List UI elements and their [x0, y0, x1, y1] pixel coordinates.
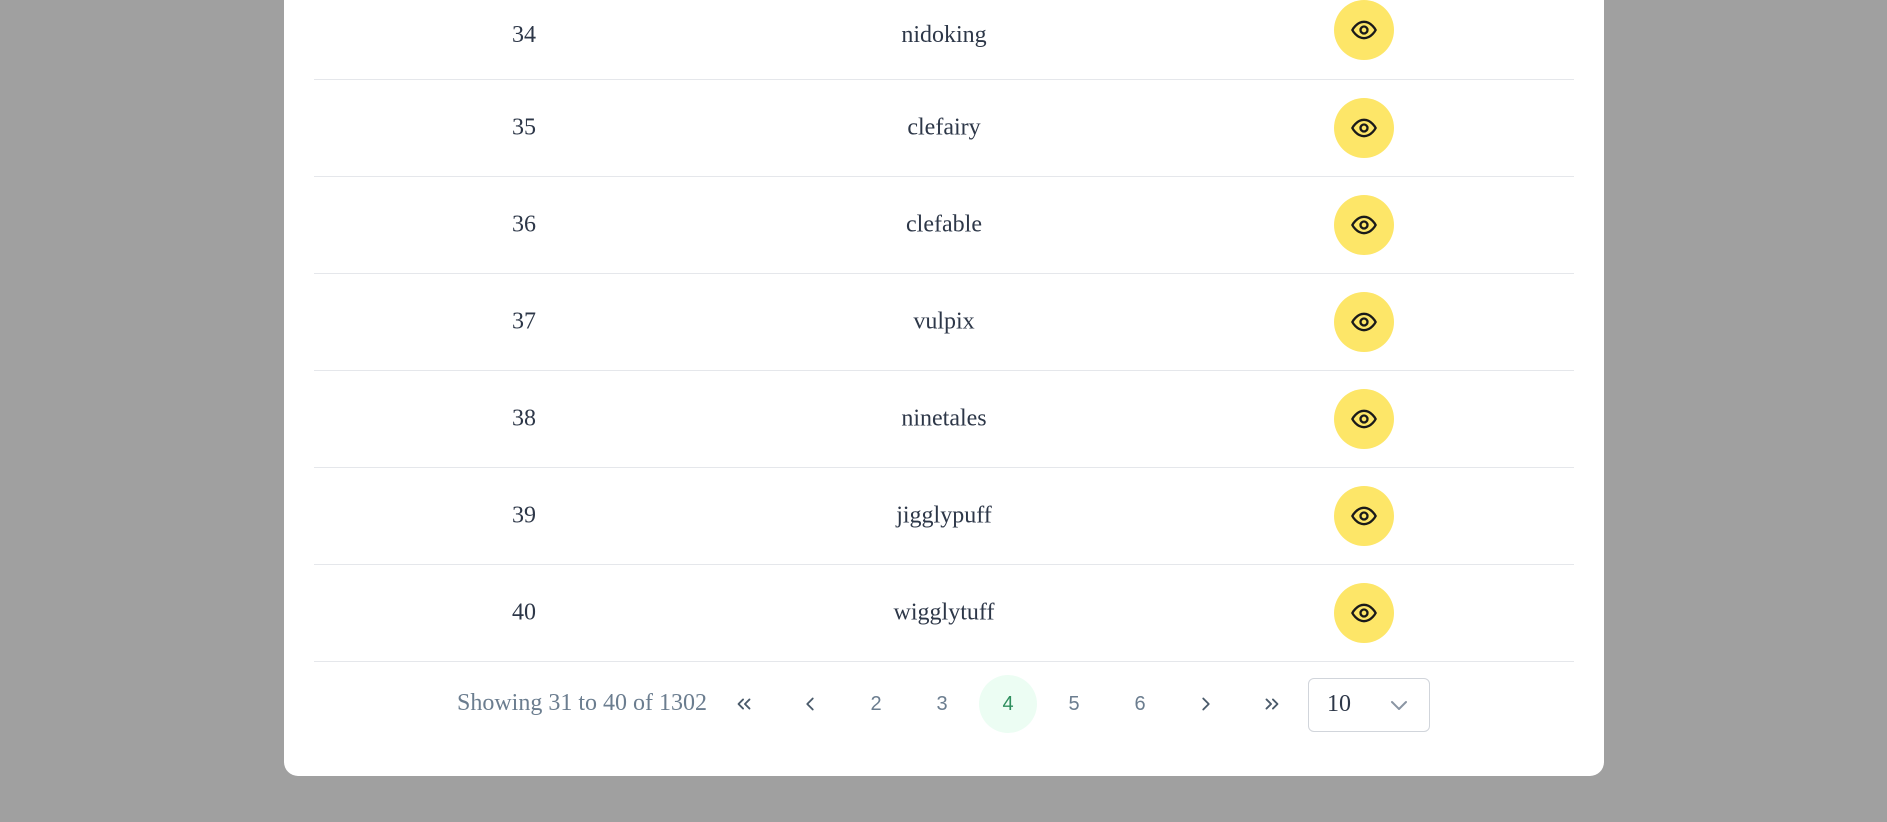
eye-icon [1351, 20, 1377, 40]
view-button[interactable] [1334, 98, 1394, 158]
pokemon-id: 39 [512, 502, 536, 529]
prev-page-button[interactable] [781, 675, 839, 733]
eye-icon [1351, 506, 1377, 526]
last-page-button[interactable] [1243, 675, 1301, 733]
view-button[interactable] [1334, 0, 1394, 60]
eye-icon [1351, 409, 1377, 429]
page-button-6[interactable]: 6 [1111, 675, 1169, 733]
chevron-right-icon [1202, 697, 1210, 711]
table-row: 34 nidoking [314, 0, 1574, 80]
eye-icon [1351, 312, 1377, 332]
table-row: 37 vulpix [314, 274, 1574, 371]
table-row: 35 clefairy [314, 80, 1574, 177]
view-button[interactable] [1334, 195, 1394, 255]
page-button-3[interactable]: 3 [913, 675, 971, 733]
view-button[interactable] [1334, 389, 1394, 449]
chevrons-left-icon [737, 698, 751, 710]
showing-text: Showing 31 to 40 of 1302 [457, 690, 708, 716]
page-button-5[interactable]: 5 [1045, 675, 1103, 733]
eye-icon [1351, 603, 1377, 623]
chevron-left-icon [806, 697, 814, 711]
chevrons-right-icon [1265, 698, 1279, 710]
pokemon-table: 34 nidoking 35 clefairy 36 clefable 37 v… [314, 0, 1574, 662]
page-button-2[interactable]: 2 [847, 675, 905, 733]
per-page-select[interactable]: 10 [1308, 678, 1430, 732]
first-page-button[interactable] [715, 675, 773, 733]
view-button[interactable] [1334, 486, 1394, 546]
eye-icon [1351, 215, 1377, 235]
eye-icon [1351, 118, 1377, 138]
page-button-4[interactable]: 4 [979, 675, 1037, 733]
pokemon-name: clefable [906, 211, 982, 238]
pokemon-id: 35 [512, 114, 536, 141]
pokemon-id: 37 [512, 308, 536, 335]
pokemon-name: wigglytuff [893, 599, 995, 626]
view-button[interactable] [1334, 292, 1394, 352]
table-row: 39 jigglypuff [314, 468, 1574, 565]
pokemon-name: ninetales [901, 405, 987, 432]
pokemon-id: 38 [512, 405, 536, 432]
view-button[interactable] [1334, 583, 1394, 643]
pokemon-id: 40 [512, 599, 536, 626]
next-page-button[interactable] [1177, 675, 1235, 733]
pagination: Showing 31 to 40 of 1302 2 3 4 5 6 10 [0, 672, 1887, 736]
pokemon-name: nidoking [901, 22, 987, 48]
table-row: 36 clefable [314, 177, 1574, 274]
pokemon-id: 36 [512, 211, 536, 238]
pokemon-name: vulpix [913, 308, 975, 335]
per-page-value: 10 [1327, 691, 1351, 717]
table-row: 38 ninetales [314, 371, 1574, 468]
table-row: 40 wigglytuff [314, 565, 1574, 662]
chevron-down-icon [1391, 701, 1407, 710]
pokemon-id: 34 [512, 22, 536, 48]
pokemon-name: jigglypuff [896, 502, 992, 529]
pokemon-name: clefairy [907, 114, 981, 141]
